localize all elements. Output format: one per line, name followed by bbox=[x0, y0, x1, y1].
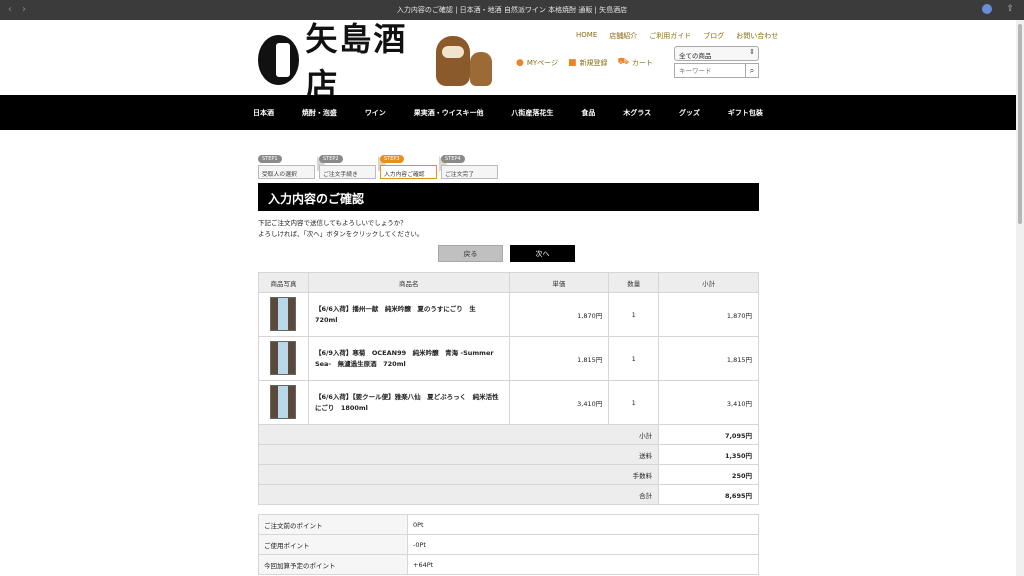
checkout-steps: STEP1 受取人の選択 STEP2 ご注文手続き STEP3 入力内容ご確認 … bbox=[258, 145, 498, 179]
nav-item-sake[interactable]: 日本酒 bbox=[253, 108, 274, 118]
product-name: 【6/6入荷】播州一献 純米吟醸 夏のうすにごり 生 720ml bbox=[307, 292, 510, 337]
confirm-message: 下記ご注文内容で送信してもよろしいでしょうか？ よろしければ、「次へ」ボタンをク… bbox=[258, 219, 424, 238]
next-button[interactable]: 次へ bbox=[510, 245, 575, 262]
step-3: STEP3 入力内容ご確認 bbox=[380, 145, 447, 179]
line-subtotal: 3,410円 bbox=[658, 380, 759, 425]
user-links: ● MYページ ■ 新規登録 ⛟ カート bbox=[516, 57, 653, 68]
share-icon[interactable]: ⇧ bbox=[1006, 4, 1014, 14]
tanuki-large-icon bbox=[436, 36, 470, 86]
user-icon: ● bbox=[516, 57, 524, 68]
search-input[interactable] bbox=[675, 64, 745, 77]
window-title: 入力内容のご確認 | 日本酒・地酒 自然派ワイン 本格焼酎 通販 | 矢島酒店 bbox=[396, 6, 628, 14]
nav-item-liqueur[interactable]: 果実酒・ウイスキー他 bbox=[414, 108, 484, 118]
summary-row-total: 合計 8,695円 bbox=[257, 484, 759, 505]
action-buttons: 戻る 次へ bbox=[438, 245, 575, 262]
step-4: STEP4 ご注文完了 bbox=[441, 145, 498, 179]
col-header-name: 商品名 bbox=[307, 272, 510, 293]
search-box: 全ての商品 ⇕ ⌕ bbox=[674, 46, 759, 78]
order-table: 商品写真 商品名 単価 数量 小計 【6/6入荷】播州一献 純米吟醸 夏のうすに… bbox=[257, 272, 759, 505]
nav-item-peanuts[interactable]: 八街産落花生 bbox=[511, 108, 553, 118]
table-row: 【6/9入荷】寒菊 OCEAN99 純米吟醸 青海 -Summer Sea- 無… bbox=[258, 336, 759, 381]
step-2: STEP2 ご注文手続き bbox=[319, 145, 386, 179]
link-contact[interactable]: お問い合わせ bbox=[736, 31, 778, 41]
logo-seal-icon bbox=[258, 35, 300, 85]
back-button[interactable]: 戻る bbox=[438, 245, 503, 262]
keyword-field-wrap: ⌕ bbox=[674, 63, 759, 78]
privacy-icon[interactable] bbox=[982, 4, 993, 14]
quantity: 1 bbox=[608, 292, 660, 337]
nav-item-wine[interactable]: ワイン bbox=[365, 108, 386, 118]
forward-arrow-icon[interactable]: › bbox=[22, 4, 26, 15]
brand-name: 矢島酒店 bbox=[305, 20, 408, 104]
page-title: 入力内容のご確認 bbox=[258, 183, 759, 211]
cart-icon: ⛟ bbox=[617, 57, 629, 67]
tanuki-small-icon bbox=[470, 52, 492, 86]
site-logo[interactable]: 矢島酒店 bbox=[258, 20, 418, 104]
mascot-image bbox=[434, 36, 492, 88]
nav-item-glass[interactable]: 木グラス bbox=[623, 108, 651, 118]
browser-nav: ‹ › bbox=[8, 4, 26, 15]
link-blog[interactable]: ブログ bbox=[703, 31, 724, 41]
site-header: 矢島酒店 HOME 店舗紹介 ご利用ガイド ブログ お問い合わせ ● MYページ … bbox=[0, 20, 1016, 104]
mypage-link[interactable]: ● MYページ bbox=[516, 58, 558, 68]
browser-titlebar: ‹ › 入力内容のご確認 | 日本酒・地酒 自然派ワイン 本格焼酎 通販 | 矢… bbox=[0, 0, 1024, 20]
register-link[interactable]: ■ 新規登録 bbox=[568, 58, 608, 68]
col-header-photo: 商品写真 bbox=[258, 272, 309, 293]
back-arrow-icon[interactable]: ‹ bbox=[8, 4, 12, 15]
link-guide[interactable]: ご利用ガイド bbox=[649, 31, 691, 41]
product-image[interactable] bbox=[270, 296, 297, 331]
nav-item-food[interactable]: 食品 bbox=[581, 108, 595, 118]
quantity: 1 bbox=[608, 380, 660, 425]
cart-link[interactable]: ⛟ カート bbox=[618, 57, 653, 68]
product-name: 【6/6入荷】【要クール便】雅楽八仙 夏どぶろっく 純米活性にごり 1800ml bbox=[307, 380, 510, 425]
search-icon[interactable]: ⌕ bbox=[745, 64, 758, 77]
unit-price: 3,410円 bbox=[508, 380, 610, 425]
product-name: 【6/9入荷】寒菊 OCEAN99 純米吟醸 青海 -Summer Sea- 無… bbox=[307, 336, 510, 381]
link-home[interactable]: HOME bbox=[576, 31, 597, 41]
top-links: HOME 店舗紹介 ご利用ガイド ブログ お問い合わせ bbox=[576, 31, 778, 41]
global-nav: 日本酒 焼酎・泡盛 ワイン 果実酒・ウイスキー他 八街産落花生 食品 木グラス … bbox=[0, 95, 1016, 130]
points-table: ご注文前のポイント 0Pt ご使用ポイント -0Pt 今回加算予定のポイント +… bbox=[258, 514, 759, 575]
select-arrows-icon: ⇕ bbox=[749, 48, 755, 56]
nav-item-shochu[interactable]: 焼酎・泡盛 bbox=[302, 108, 337, 118]
line-subtotal: 1,815円 bbox=[658, 336, 759, 381]
col-header-qty: 数量 bbox=[608, 272, 660, 293]
col-header-subtotal: 小計 bbox=[658, 272, 759, 293]
summary-row-fee: 手数料 250円 bbox=[257, 464, 759, 485]
summary-row-shipping: 送料 1,350円 bbox=[257, 444, 759, 465]
step-1: STEP1 受取人の選択 bbox=[258, 145, 325, 179]
unit-price: 1,870円 bbox=[508, 292, 610, 337]
browser-actions: ⇧ bbox=[982, 4, 1014, 14]
nav-item-goods[interactable]: グッズ bbox=[679, 108, 700, 118]
category-select[interactable]: 全ての商品 ⇕ bbox=[674, 46, 759, 61]
scrollbar-thumb[interactable] bbox=[1018, 24, 1022, 224]
table-row: ご使用ポイント -0Pt bbox=[258, 534, 759, 555]
table-row: 今回加算予定のポイント +64Pt bbox=[258, 554, 759, 575]
register-icon: ■ bbox=[568, 57, 577, 68]
table-row: 【6/6入荷】【要クール便】雅楽八仙 夏どぶろっく 純米活性にごり 1800ml… bbox=[258, 380, 759, 425]
product-image[interactable] bbox=[270, 384, 297, 419]
table-row: ご注文前のポイント 0Pt bbox=[258, 514, 759, 535]
product-image[interactable] bbox=[270, 340, 297, 375]
line-subtotal: 1,870円 bbox=[658, 292, 759, 337]
summary-row-subtotal: 小計 7,095円 bbox=[257, 424, 759, 445]
table-row: 【6/6入荷】播州一献 純米吟醸 夏のうすにごり 生 720ml 1,870円 … bbox=[258, 292, 759, 337]
unit-price: 1,815円 bbox=[508, 336, 610, 381]
nav-item-gift[interactable]: ギフト包装 bbox=[728, 108, 763, 118]
col-header-price: 単価 bbox=[508, 272, 610, 293]
quantity: 1 bbox=[608, 336, 660, 381]
link-store[interactable]: 店舗紹介 bbox=[609, 31, 637, 41]
page-scrollbar[interactable] bbox=[1016, 20, 1024, 576]
